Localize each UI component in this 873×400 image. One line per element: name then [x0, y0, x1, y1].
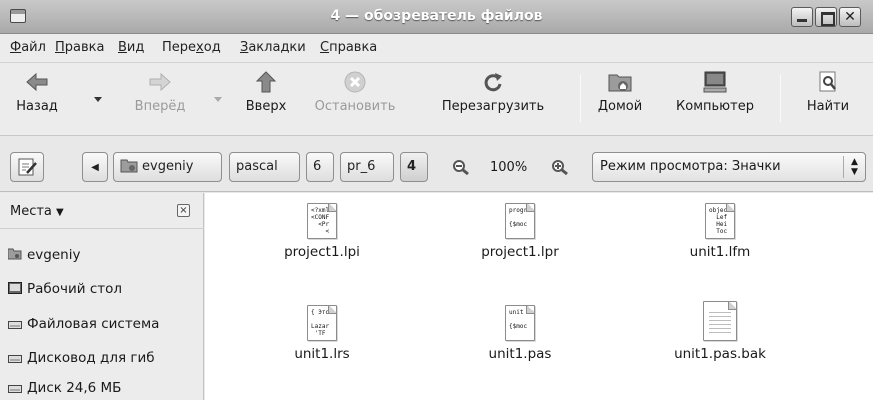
sidebar-close-icon[interactable]: × — [177, 204, 190, 217]
chevron-left-icon: ◀ — [91, 162, 99, 173]
computer-button[interactable]: Компьютер — [656, 69, 774, 114]
document-icon — [703, 301, 737, 341]
back-arrow-icon — [25, 71, 49, 93]
drive-icon — [8, 381, 22, 393]
file-item[interactable]: unit {$moc unit1.pas — [445, 305, 595, 362]
file-item[interactable]: { Это Lazar 'TF unit1.lrs — [247, 305, 397, 362]
places-sidebar: Места ▼ × evgeniy Рабочий стол Файловая … — [0, 193, 204, 400]
minimize-button[interactable] — [791, 7, 813, 27]
back-button[interactable]: Назад — [6, 69, 68, 114]
file-item[interactable]: progr {$moc project1.lpr — [445, 203, 595, 260]
path-segment-pr_6[interactable]: pr_6 — [340, 152, 394, 182]
back-history-dropdown-icon[interactable] — [94, 97, 102, 102]
close-icon: ✕ — [844, 9, 856, 25]
path-segment-current[interactable]: 4 — [400, 152, 428, 182]
toggle-location-entry-button[interactable] — [10, 152, 44, 182]
menu-file[interactable]: Файл — [10, 40, 46, 55]
text-file-icon: objec Lef Hei Toc — [705, 203, 735, 239]
maximize-button[interactable] — [815, 7, 837, 27]
stop-icon — [343, 71, 367, 93]
file-item[interactable]: <?xml <CONF <Pr < project1.lpi — [247, 203, 397, 260]
sidebar-item-floppy[interactable]: Дисковод для гиб — [8, 350, 155, 366]
file-icon-view: <?xml <CONF <Pr < project1.lpi progr {$m… — [205, 193, 873, 400]
forward-history-dropdown-icon[interactable] — [214, 97, 222, 102]
up-button[interactable]: Вверх — [234, 69, 298, 114]
edit-location-icon — [18, 158, 37, 176]
menu-help[interactable]: Справка — [320, 40, 377, 55]
view-mode-select[interactable]: Режим просмотра: Значки ▲ ▼ — [592, 152, 866, 182]
menu-go[interactable]: Переход — [162, 40, 221, 55]
sidebar-header: Места ▼ × — [0, 193, 204, 229]
sidebar-type-select[interactable]: Места ▼ — [10, 204, 64, 219]
up-arrow-icon — [254, 71, 278, 93]
forward-button[interactable]: Вперёд — [124, 69, 196, 114]
menu-bar: Файл Правка Вид Переход Закладки Справка — [0, 34, 873, 62]
file-item[interactable]: unit1.pas.bak — [645, 301, 795, 362]
toolbar-separator — [780, 75, 781, 123]
computer-icon — [703, 71, 727, 93]
desktop-icon — [8, 282, 22, 294]
home-button[interactable]: Домой — [588, 69, 652, 114]
drive-icon — [8, 317, 22, 329]
location-bar: ◀ evgeniy pascal 6 pr_6 4 100% Режим про… — [0, 136, 873, 192]
drive-icon — [8, 351, 22, 363]
forward-arrow-icon — [148, 71, 172, 93]
sidebar-item-desktop[interactable]: Рабочий стол — [8, 281, 122, 297]
search-button[interactable]: Найти — [790, 69, 866, 114]
menu-bookmarks[interactable]: Закладки — [240, 40, 306, 55]
zoom-level[interactable]: 100% — [490, 160, 527, 175]
window-title: 4 — обозреватель файлов — [330, 8, 543, 24]
path-segment-6[interactable]: 6 — [306, 152, 334, 182]
menu-view[interactable]: Вид — [118, 40, 144, 55]
home-folder-icon — [608, 71, 632, 93]
zoom-out-icon[interactable] — [452, 159, 470, 179]
file-item[interactable]: objec Lef Hei Toc unit1.lfm — [645, 203, 795, 260]
spin-arrows-icon: ▲ ▼ — [843, 156, 865, 178]
toolbar: Назад Вперёд Вверх Остановить Перезагруз… — [0, 62, 873, 136]
sidebar-item-disk[interactable]: Диск 24,6 МБ — [8, 380, 121, 396]
search-icon — [816, 71, 840, 93]
close-button[interactable]: ✕ — [839, 7, 861, 27]
title-bar: 4 — обозреватель файлов ✕ — [0, 0, 873, 34]
text-file-icon: unit {$moc — [505, 305, 535, 341]
toolbar-separator — [580, 75, 581, 123]
text-file-icon: { Это Lazar 'TF — [307, 305, 337, 341]
zoom-in-icon[interactable] — [551, 159, 569, 179]
path-segment-pascal[interactable]: pascal — [229, 152, 300, 182]
menu-edit[interactable]: Правка — [55, 40, 104, 55]
path-scroll-left-button[interactable]: ◀ — [82, 152, 108, 182]
text-file-icon: <?xml <CONF <Pr < — [307, 203, 337, 239]
sidebar-item-home[interactable]: evgeniy — [7, 247, 80, 263]
triangle-down-icon: ▼ — [56, 207, 64, 218]
home-folder-icon — [7, 248, 22, 260]
sidebar-item-filesystem[interactable]: Файловая система — [8, 316, 159, 332]
reload-button[interactable]: Перезагрузить — [412, 69, 574, 114]
stop-button[interactable]: Остановить — [300, 69, 410, 114]
home-folder-icon — [120, 159, 138, 173]
text-file-icon: progr {$moc — [505, 203, 535, 239]
reload-icon — [481, 71, 505, 93]
path-segment-evgeniy[interactable]: evgeniy — [113, 152, 222, 182]
